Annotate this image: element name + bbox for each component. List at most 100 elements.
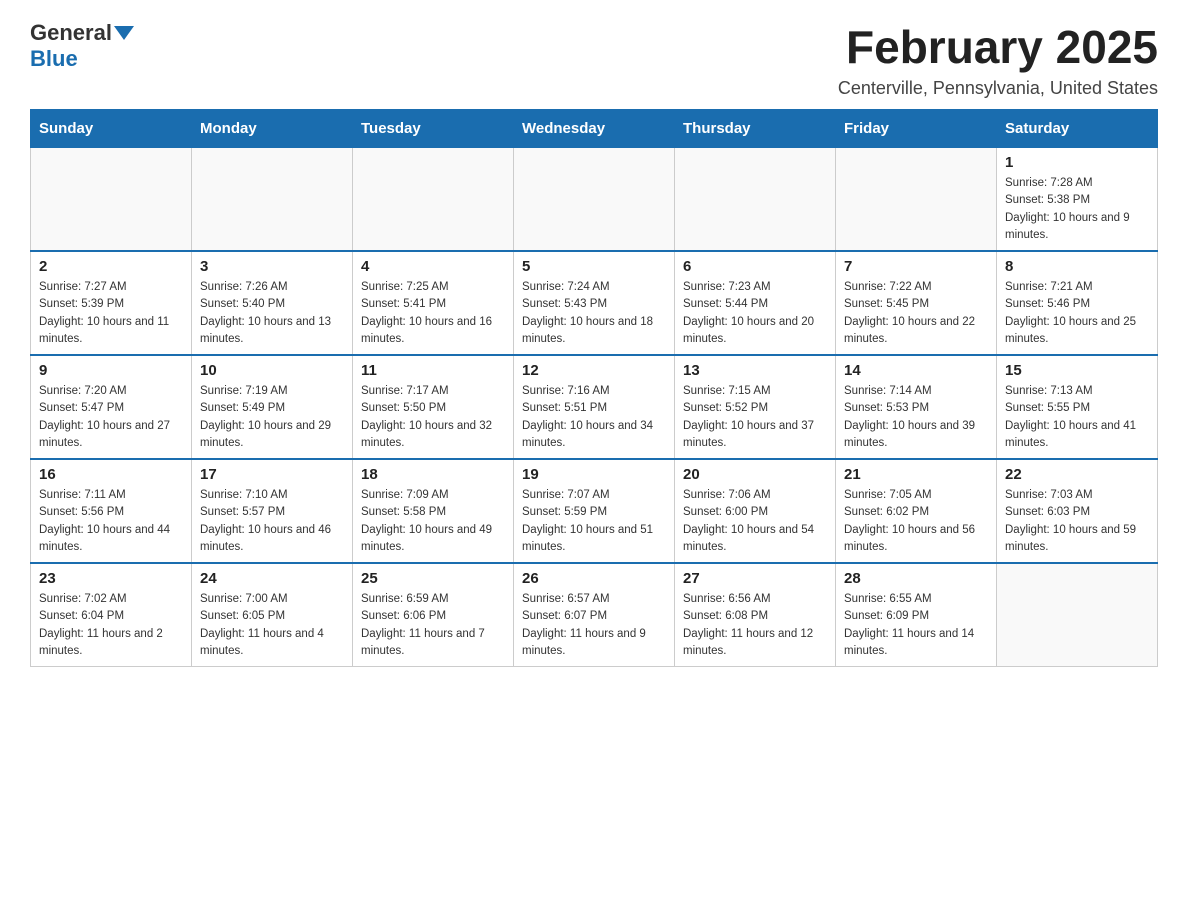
day-sun-info: Sunrise: 7:22 AMSunset: 5:45 PMDaylight:… xyxy=(844,279,988,348)
calendar-header-row: SundayMondayTuesdayWednesdayThursdayFrid… xyxy=(31,110,1158,148)
calendar-cell: 9Sunrise: 7:20 AMSunset: 5:47 PMDaylight… xyxy=(31,355,192,459)
calendar-cell: 18 Sunrise: 7:09 AMSunset: 5:58 PMDayligh… xyxy=(353,459,514,563)
day-number: 9 xyxy=(39,362,183,379)
day-number: 5 xyxy=(522,258,666,275)
day-number: 8 xyxy=(1005,258,1149,275)
day-number: 26 xyxy=(522,570,666,587)
calendar-cell: 25 Sunrise: 6:59 AMSunset: 6:06 PMDayligh… xyxy=(353,563,514,667)
day-number: 27 xyxy=(683,570,827,587)
day-number: 1 xyxy=(1005,154,1149,171)
calendar-cell xyxy=(31,148,192,252)
calendar-cell: 4 Sunrise: 7:25 AMSunset: 5:41 PMDaylight… xyxy=(353,251,514,355)
day-sun-info: Sunrise: 7:10 AMSunset: 5:57 PMDaylight:… xyxy=(200,487,344,556)
day-number: 12 xyxy=(522,362,666,379)
day-number: 23 xyxy=(39,570,183,587)
page-header: General Blue February 2025 Centerville, … xyxy=(30,20,1158,99)
calendar-cell: 22 Sunrise: 7:03 AMSunset: 6:03 PMDayligh… xyxy=(997,459,1158,563)
day-number: 22 xyxy=(1005,466,1149,483)
day-number: 21 xyxy=(844,466,988,483)
day-sun-info: Sunrise: 7:16 AMSunset: 5:51 PMDaylight:… xyxy=(522,383,666,452)
calendar-cell: 8 Sunrise: 7:21 AMSunset: 5:46 PMDaylight… xyxy=(997,251,1158,355)
day-sun-info: Sunrise: 7:24 AMSunset: 5:43 PMDaylight:… xyxy=(522,279,666,348)
calendar-cell xyxy=(353,148,514,252)
calendar-cell xyxy=(192,148,353,252)
day-of-week-header: Wednesday xyxy=(514,110,675,148)
day-number: 2 xyxy=(39,258,183,275)
day-sun-info: Sunrise: 7:13 AMSunset: 5:55 PMDaylight:… xyxy=(1005,383,1149,452)
day-of-week-header: Sunday xyxy=(31,110,192,148)
day-number: 7 xyxy=(844,258,988,275)
day-sun-info: Sunrise: 7:06 AMSunset: 6:00 PMDaylight:… xyxy=(683,487,827,556)
day-number: 25 xyxy=(361,570,505,587)
calendar-cell: 1 Sunrise: 7:28 AMSunset: 5:38 PMDaylight… xyxy=(997,148,1158,252)
day-number: 15 xyxy=(1005,362,1149,379)
day-sun-info: Sunrise: 7:03 AMSunset: 6:03 PMDaylight:… xyxy=(1005,487,1149,556)
day-sun-info: Sunrise: 7:23 AMSunset: 5:44 PMDaylight:… xyxy=(683,279,827,348)
calendar-week-row: 2 Sunrise: 7:27 AMSunset: 5:39 PMDaylight… xyxy=(31,251,1158,355)
day-sun-info: Sunrise: 7:02 AMSunset: 6:04 PMDaylight:… xyxy=(39,591,183,660)
calendar-cell: 26 Sunrise: 6:57 AMSunset: 6:07 PMDayligh… xyxy=(514,563,675,667)
calendar-cell xyxy=(997,563,1158,667)
calendar-table: SundayMondayTuesdayWednesdayThursdayFrid… xyxy=(30,109,1158,667)
day-sun-info: Sunrise: 6:57 AMSunset: 6:07 PMDaylight:… xyxy=(522,591,666,660)
calendar-cell: 16 Sunrise: 7:11 AMSunset: 5:56 PMDayligh… xyxy=(31,459,192,563)
calendar-week-row: 23 Sunrise: 7:02 AMSunset: 6:04 PMDayligh… xyxy=(31,563,1158,667)
calendar-cell: 15 Sunrise: 7:13 AMSunset: 5:55 PMDayligh… xyxy=(997,355,1158,459)
location-subtitle: Centerville, Pennsylvania, United States xyxy=(838,78,1158,99)
day-of-week-header: Monday xyxy=(192,110,353,148)
day-number: 3 xyxy=(200,258,344,275)
calendar-cell: 19Sunrise: 7:07 AMSunset: 5:59 PMDayligh… xyxy=(514,459,675,563)
calendar-week-row: 1 Sunrise: 7:28 AMSunset: 5:38 PMDaylight… xyxy=(31,148,1158,252)
calendar-cell: 28Sunrise: 6:55 AMSunset: 6:09 PMDayligh… xyxy=(836,563,997,667)
month-year-title: February 2025 xyxy=(838,20,1158,74)
calendar-cell: 12 Sunrise: 7:16 AMSunset: 5:51 PMDayligh… xyxy=(514,355,675,459)
day-sun-info: Sunrise: 7:17 AMSunset: 5:50 PMDaylight:… xyxy=(361,383,505,452)
day-sun-info: Sunrise: 6:56 AMSunset: 6:08 PMDaylight:… xyxy=(683,591,827,660)
calendar-cell: 17 Sunrise: 7:10 AMSunset: 5:57 PMDayligh… xyxy=(192,459,353,563)
day-number: 4 xyxy=(361,258,505,275)
day-of-week-header: Tuesday xyxy=(353,110,514,148)
day-number: 13 xyxy=(683,362,827,379)
day-number: 14 xyxy=(844,362,988,379)
day-number: 28 xyxy=(844,570,988,587)
day-number: 20 xyxy=(683,466,827,483)
calendar-cell: 20 Sunrise: 7:06 AMSunset: 6:00 PMDayligh… xyxy=(675,459,836,563)
day-sun-info: Sunrise: 7:27 AMSunset: 5:39 PMDaylight:… xyxy=(39,279,183,348)
calendar-cell: 7 Sunrise: 7:22 AMSunset: 5:45 PMDaylight… xyxy=(836,251,997,355)
calendar-cell: 2 Sunrise: 7:27 AMSunset: 5:39 PMDaylight… xyxy=(31,251,192,355)
calendar-week-row: 16 Sunrise: 7:11 AMSunset: 5:56 PMDayligh… xyxy=(31,459,1158,563)
calendar-cell xyxy=(675,148,836,252)
calendar-cell xyxy=(514,148,675,252)
calendar-cell xyxy=(836,148,997,252)
calendar-cell: 3 Sunrise: 7:26 AMSunset: 5:40 PMDaylight… xyxy=(192,251,353,355)
day-sun-info: Sunrise: 7:00 AMSunset: 6:05 PMDaylight:… xyxy=(200,591,344,660)
calendar-cell: 24Sunrise: 7:00 AMSunset: 6:05 PMDayligh… xyxy=(192,563,353,667)
logo: General Blue xyxy=(30,20,136,72)
calendar-cell: 21 Sunrise: 7:05 AMSunset: 6:02 PMDayligh… xyxy=(836,459,997,563)
day-of-week-header: Saturday xyxy=(997,110,1158,148)
day-number: 6 xyxy=(683,258,827,275)
calendar-week-row: 9Sunrise: 7:20 AMSunset: 5:47 PMDaylight… xyxy=(31,355,1158,459)
day-sun-info: Sunrise: 7:21 AMSunset: 5:46 PMDaylight:… xyxy=(1005,279,1149,348)
day-sun-info: Sunrise: 7:28 AMSunset: 5:38 PMDaylight:… xyxy=(1005,175,1149,244)
day-sun-info: Sunrise: 7:15 AMSunset: 5:52 PMDaylight:… xyxy=(683,383,827,452)
calendar-cell: 13 Sunrise: 7:15 AMSunset: 5:52 PMDayligh… xyxy=(675,355,836,459)
calendar-cell: 23 Sunrise: 7:02 AMSunset: 6:04 PMDayligh… xyxy=(31,563,192,667)
day-sun-info: Sunrise: 7:25 AMSunset: 5:41 PMDaylight:… xyxy=(361,279,505,348)
day-sun-info: Sunrise: 7:11 AMSunset: 5:56 PMDaylight:… xyxy=(39,487,183,556)
day-sun-info: Sunrise: 7:09 AMSunset: 5:58 PMDaylight:… xyxy=(361,487,505,556)
day-number: 17 xyxy=(200,466,344,483)
calendar-cell: 27 Sunrise: 6:56 AMSunset: 6:08 PMDayligh… xyxy=(675,563,836,667)
day-number: 16 xyxy=(39,466,183,483)
day-of-week-header: Friday xyxy=(836,110,997,148)
calendar-cell: 14Sunrise: 7:14 AMSunset: 5:53 PMDayligh… xyxy=(836,355,997,459)
day-number: 18 xyxy=(361,466,505,483)
day-of-week-header: Thursday xyxy=(675,110,836,148)
calendar-cell: 5 Sunrise: 7:24 AMSunset: 5:43 PMDaylight… xyxy=(514,251,675,355)
title-section: February 2025 Centerville, Pennsylvania,… xyxy=(838,20,1158,99)
day-sun-info: Sunrise: 7:26 AMSunset: 5:40 PMDaylight:… xyxy=(200,279,344,348)
day-number: 11 xyxy=(361,362,505,379)
day-sun-info: Sunrise: 6:59 AMSunset: 6:06 PMDaylight:… xyxy=(361,591,505,660)
logo-blue-text: Blue xyxy=(30,46,78,71)
day-sun-info: Sunrise: 7:05 AMSunset: 6:02 PMDaylight:… xyxy=(844,487,988,556)
